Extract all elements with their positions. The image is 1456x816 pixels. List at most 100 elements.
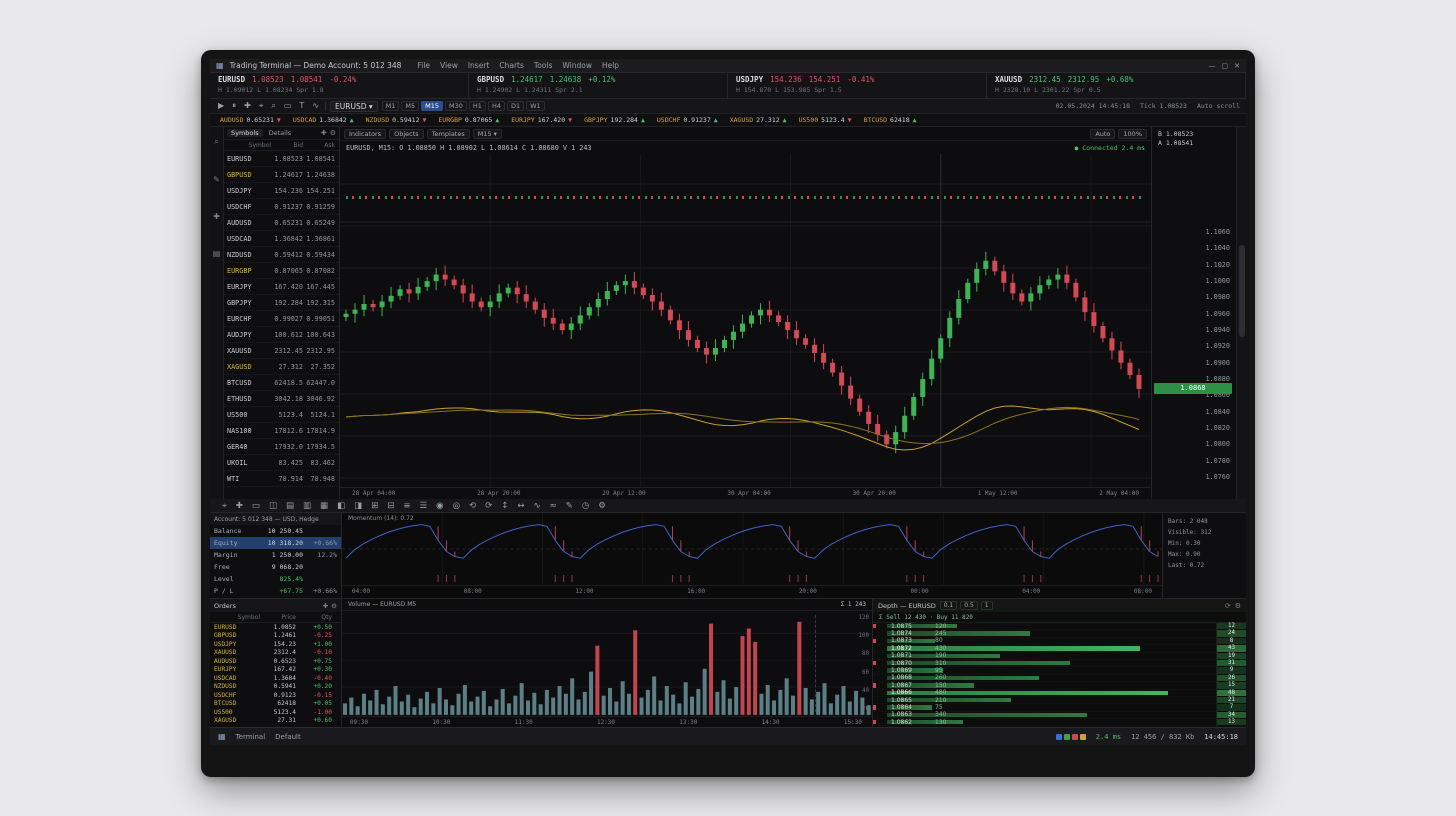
search-icon[interactable]: ⌕ [214, 137, 218, 147]
account-row[interactable]: P / L+67.75+0.66% [210, 585, 341, 597]
menu-icon[interactable]: ☰ [420, 501, 428, 511]
add-icon[interactable]: ✚ [236, 501, 243, 511]
watchlist-row[interactable]: BTCUSD62418.562447.0 [224, 375, 339, 391]
settings-icon[interactable]: ⚙ [598, 501, 606, 511]
order-row[interactable]: USDCAD1.3684-0.40 [210, 674, 341, 683]
add-symbol-icon[interactable]: ✚ [321, 129, 327, 137]
candlestick-chart[interactable] [340, 154, 1151, 487]
order-row[interactable]: AUDUSD0.6523+0.75 [210, 657, 341, 666]
watchlist-tab[interactable]: Symbols [227, 129, 263, 137]
smooth-icon[interactable]: ≈ [550, 501, 557, 511]
redo-icon[interactable]: ⟳ [485, 501, 492, 511]
horizontal-scale-icon[interactable]: ↔ [517, 501, 524, 511]
split-view-icon[interactable]: ◫ [269, 501, 277, 511]
menu-item[interactable]: Window [560, 61, 594, 70]
depth-lots-cell[interactable]: 26 [1217, 675, 1246, 682]
depth-lots-cell[interactable]: 15 [1217, 682, 1246, 689]
ticker-item[interactable]: NZDUSD0.59412▼ [366, 116, 427, 124]
status-mode[interactable]: Default [275, 733, 301, 741]
watchlist-row[interactable]: XAGUSD27.31227.352 [224, 359, 339, 375]
watchlist-row[interactable]: UKOIL83.42583.462 [224, 455, 339, 471]
watchlist-row[interactable]: EURJPY167.420167.445 [224, 279, 339, 295]
search-icon[interactable]: ⌕ [269, 101, 277, 111]
refresh-icon[interactable]: ⟳ [1225, 602, 1231, 610]
maximize-button[interactable]: ▢ [1222, 62, 1229, 70]
depth-lots-cell[interactable]: 12 [1217, 623, 1246, 630]
order-row[interactable]: BTCUSD62418+0.05 [210, 700, 341, 709]
indicator-panel[interactable]: Momentum (14): 0.72 04:0008:0012:0016:00… [342, 513, 1162, 598]
order-row[interactable]: NZDUSD0.5941+0.20 [210, 683, 341, 692]
order-row[interactable]: US5005123.4-1.00 [210, 708, 341, 717]
scrollbar-thumb[interactable] [1239, 245, 1245, 337]
order-row[interactable]: EURUSD1.0852+0.50 [210, 623, 341, 632]
depth-step-button[interactable]: 1 [981, 601, 993, 610]
ticker-item[interactable]: AUDUSD0.65231▼ [220, 116, 281, 124]
settings-icon[interactable]: ⚙ [331, 602, 337, 610]
target-icon[interactable]: ◎ [453, 501, 460, 511]
panel-right-icon[interactable]: ◨ [354, 501, 362, 511]
play-icon[interactable]: ▶ [216, 101, 226, 111]
order-row[interactable]: XAGUSD27.31+0.60 [210, 717, 341, 726]
rectangle-icon[interactable]: ▭ [252, 501, 260, 511]
account-row[interactable]: Free9 068.20 [210, 561, 341, 573]
watchlist-row[interactable]: US5005123.45124.1 [224, 407, 339, 423]
menu-item[interactable]: Insert [466, 61, 492, 70]
chart-option-button[interactable]: 100% [1118, 129, 1147, 139]
pause-icon[interactable]: ⏸ [230, 101, 238, 111]
depth-lots-cell[interactable]: 9 [1217, 667, 1246, 674]
ticker-item[interactable]: US5005123.4▼ [799, 116, 852, 124]
timeframe-button-m15[interactable]: M15 [421, 101, 443, 111]
settings-icon[interactable]: ⚙ [1235, 602, 1241, 610]
timeframe-button-m1[interactable]: M1 [382, 101, 400, 111]
vertical-scale-icon[interactable]: ↕ [501, 501, 508, 511]
depth-lots-cell[interactable]: 21 [1217, 697, 1246, 704]
ticker-item[interactable]: EURJPY167.420▼ [511, 116, 572, 124]
text-tool-icon[interactable]: T [297, 101, 306, 111]
account-row[interactable]: Margin1 250.0012.2% [210, 549, 341, 561]
depth-lots-cell[interactable]: 19 [1217, 653, 1246, 660]
ticker-item[interactable]: GBPJPY192.284▲ [584, 116, 645, 124]
status-left[interactable]: Terminal [236, 733, 266, 741]
watchlist-row[interactable]: NZDUSD0.594120.59434 [224, 247, 339, 263]
watchlist-row[interactable]: WTI78.91478.948 [224, 471, 339, 487]
vertical-scrollbar[interactable] [1236, 127, 1246, 499]
new-order-icon[interactable]: ✚ [242, 101, 253, 111]
depth-lots-cell[interactable]: 13 [1217, 719, 1246, 726]
watchlist-row[interactable]: USDCHF0.912370.91259 [224, 199, 339, 215]
depth-lots-cell[interactable]: 34 [1217, 712, 1246, 719]
chart-tool-button[interactable]: Indicators [344, 129, 386, 139]
menu-item[interactable]: File [415, 61, 432, 70]
account-row[interactable]: Balance10 250.45 [210, 525, 341, 537]
wave-icon[interactable]: ∿ [533, 501, 540, 511]
depth-row[interactable]: 1.0862130 [873, 719, 1216, 726]
depth-lots-cell[interactable]: 8 [1217, 638, 1246, 645]
zoom-in-icon[interactable]: ⊞ [371, 501, 378, 511]
timeframe-button-w1[interactable]: W1 [526, 101, 545, 111]
undo-icon[interactable]: ⟲ [469, 501, 476, 511]
symbol-select[interactable]: EURUSD ▾ [330, 101, 378, 112]
edit-icon[interactable]: ✎ [213, 175, 220, 184]
add-icon[interactable]: ✚ [213, 212, 220, 221]
wave-tool-icon[interactable]: ∿ [310, 101, 321, 111]
order-row[interactable]: XAUUSD2312.4-0.10 [210, 649, 341, 658]
depth-lots-cell[interactable]: 48 [1217, 690, 1246, 697]
ticker-item[interactable]: USDCHF0.91237▲ [657, 116, 718, 124]
order-row[interactable]: GBPUSD1.2461-0.25 [210, 632, 341, 641]
watchlist-row[interactable]: USDJPY154.236154.251 [224, 183, 339, 199]
minimize-button[interactable]: — [1209, 62, 1216, 70]
volume-panel[interactable]: Volume — EURUSD M5 Σ 1 243 1201008060402… [342, 599, 872, 727]
ticker-item[interactable]: USDCAD1.36842▲ [293, 116, 354, 124]
chart-option-button[interactable]: Auto [1090, 129, 1115, 139]
crosshair-icon[interactable]: ⌖ [222, 501, 227, 511]
chart-tool-button[interactable]: Objects [389, 129, 424, 139]
watchlist-row[interactable]: ETHUSD3042.183046.92 [224, 391, 339, 407]
quote-panel[interactable]: XAUUSD2312.452312.95+0.68%H 2328.10 L 23… [987, 73, 1246, 98]
quote-panel[interactable]: EURUSD1.085231.08541-0.24%H 1.09012 L 1.… [210, 73, 469, 98]
rows-icon[interactable]: ▤ [286, 501, 294, 511]
watchlist-row[interactable]: XAUUSD2312.452312.95 [224, 343, 339, 359]
order-row[interactable]: EURJPY167.42+0.30 [210, 666, 341, 675]
depth-lots-cell[interactable]: 7 [1217, 704, 1246, 711]
quote-panel[interactable]: GBPUSD1.246171.24638+0.12%H 1.24902 L 1.… [469, 73, 728, 98]
order-row[interactable]: USDCHF0.9123-0.15 [210, 691, 341, 700]
watchlist-row[interactable]: GBPUSD1.246171.24638 [224, 167, 339, 183]
